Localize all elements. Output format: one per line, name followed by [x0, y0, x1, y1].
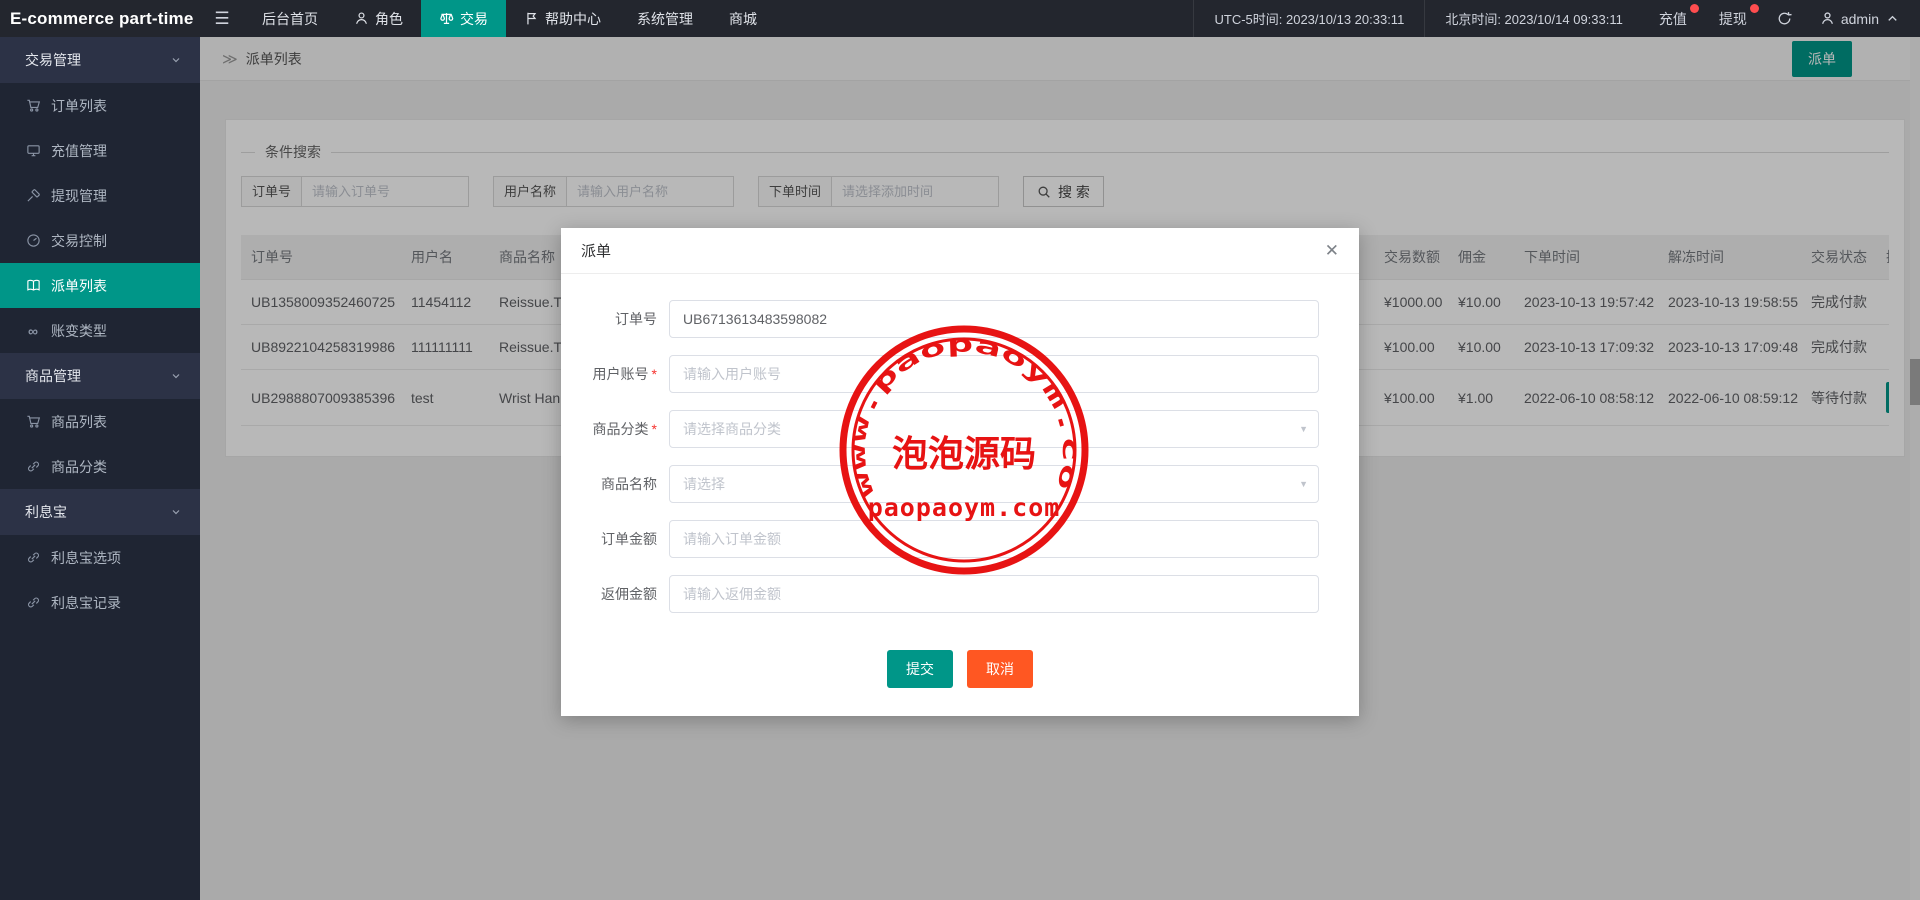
scales-icon: [440, 13, 454, 24]
cart-icon: [26, 415, 40, 428]
sidebar-item-dispatch-list[interactable]: 派单列表: [0, 263, 200, 308]
form-row-product-category: 商品分类* ▼: [571, 410, 1319, 448]
utc-time: UTC-5时间: 2023/10/13 20:33:11: [1193, 0, 1424, 37]
refresh-icon: [1778, 12, 1792, 25]
flag-icon: [527, 12, 537, 25]
gavel-icon: [26, 189, 40, 202]
sidebar-item-withdraw-mgmt[interactable]: 提现管理: [0, 173, 200, 218]
modal-footer: 提交 取消: [561, 634, 1359, 716]
cart-icon: [26, 99, 40, 112]
sidebar-group-product[interactable]: 商品管理: [0, 353, 200, 399]
top-header: E-commerce part-time ☰ 后台首页 角色 交易 帮助中心 系…: [0, 0, 1920, 37]
refresh-button[interactable]: [1763, 0, 1806, 37]
product-name-select[interactable]: [669, 465, 1319, 503]
modal-header: 派单 ✕: [561, 228, 1359, 274]
sidebar-item-interest-options[interactable]: 利息宝选项: [0, 535, 200, 580]
infinity-icon: ∞: [28, 322, 38, 339]
dispatch-modal: 派单 ✕ 订单号 用户账号* 商品分类* ▼ 商品名称 ▼ 订单金额: [561, 228, 1359, 716]
product-category-select[interactable]: [669, 410, 1319, 448]
chevron-down-icon: [172, 510, 180, 515]
user-icon: [1821, 12, 1833, 24]
sidebar-item-recharge-mgmt[interactable]: 充值管理: [0, 128, 200, 173]
order-amount-field[interactable]: [669, 520, 1319, 558]
user-menu[interactable]: admin: [1806, 0, 1920, 37]
link-icon: [27, 552, 39, 563]
nav-item-mall[interactable]: 商城: [711, 0, 775, 37]
sidebar-item-interest-records[interactable]: 利息宝记录: [0, 580, 200, 625]
modal-body: 订单号 用户账号* 商品分类* ▼ 商品名称 ▼ 订单金额 返佣金额: [561, 274, 1359, 634]
required-asterisk: *: [651, 366, 657, 382]
chevron-down-icon: [172, 374, 180, 379]
nav-item-trade[interactable]: 交易: [421, 0, 506, 37]
gauge-icon: [26, 234, 40, 247]
sidebar: 交易管理 订单列表 充值管理 提现管理 交易控制 派单列表 ∞ 账变类型 商品管…: [0, 37, 200, 900]
nav-item-system[interactable]: 系统管理: [619, 0, 711, 37]
form-row-rebate-amount: 返佣金额: [571, 575, 1319, 613]
sidebar-group-interest[interactable]: 利息宝: [0, 489, 200, 535]
sidebar-item-trade-control[interactable]: 交易控制: [0, 218, 200, 263]
withdraw-badge: [1749, 4, 1759, 13]
rebate-amount-field[interactable]: [669, 575, 1319, 613]
sidebar-group-trade[interactable]: 交易管理: [0, 37, 200, 83]
monitor-icon: [26, 145, 40, 157]
order-no-field[interactable]: [669, 300, 1319, 338]
header-right: UTC-5时间: 2023/10/13 20:33:11 北京时间: 2023/…: [1193, 0, 1920, 37]
sidebar-item-product-category[interactable]: 商品分类: [0, 444, 200, 489]
brand-title: E-commerce part-time: [10, 8, 194, 28]
form-row-order-no: 订单号: [571, 300, 1319, 338]
recharge-badge: [1689, 4, 1699, 13]
link-icon: [27, 597, 39, 608]
form-row-product-name: 商品名称 ▼: [571, 465, 1319, 503]
link-icon: [27, 461, 39, 472]
sidebar-item-order-list[interactable]: 订单列表: [0, 83, 200, 128]
nav-item-help[interactable]: 帮助中心: [506, 0, 619, 37]
nav-item-dashboard[interactable]: 后台首页: [244, 0, 336, 37]
close-icon[interactable]: ✕: [1325, 242, 1339, 259]
cancel-button[interactable]: 取消: [967, 650, 1033, 688]
nav-item-roles[interactable]: 角色: [336, 0, 421, 37]
submit-button[interactable]: 提交: [887, 650, 953, 688]
recharge-button[interactable]: 充值: [1643, 0, 1703, 37]
sidebar-item-product-list[interactable]: 商品列表: [0, 399, 200, 444]
user-account-field[interactable]: [669, 355, 1319, 393]
sidebar-item-balance-type[interactable]: ∞ 账变类型: [0, 308, 200, 353]
modal-title: 派单: [581, 243, 612, 260]
form-row-order-amount: 订单金额: [571, 520, 1319, 558]
withdraw-button[interactable]: 提现: [1703, 0, 1763, 37]
top-nav: 后台首页 角色 交易 帮助中心 系统管理 商城: [244, 0, 775, 37]
book-icon: [26, 279, 40, 291]
chevron-up-icon: [1888, 15, 1897, 21]
hamburger-icon[interactable]: ☰: [200, 0, 244, 37]
required-asterisk: *: [651, 421, 657, 437]
form-row-user-account: 用户账号 *: [571, 355, 1319, 393]
chevron-down-icon: [172, 58, 180, 63]
person-icon: [356, 12, 367, 24]
beijing-time: 北京时间: 2023/10/14 09:33:11: [1424, 0, 1643, 37]
